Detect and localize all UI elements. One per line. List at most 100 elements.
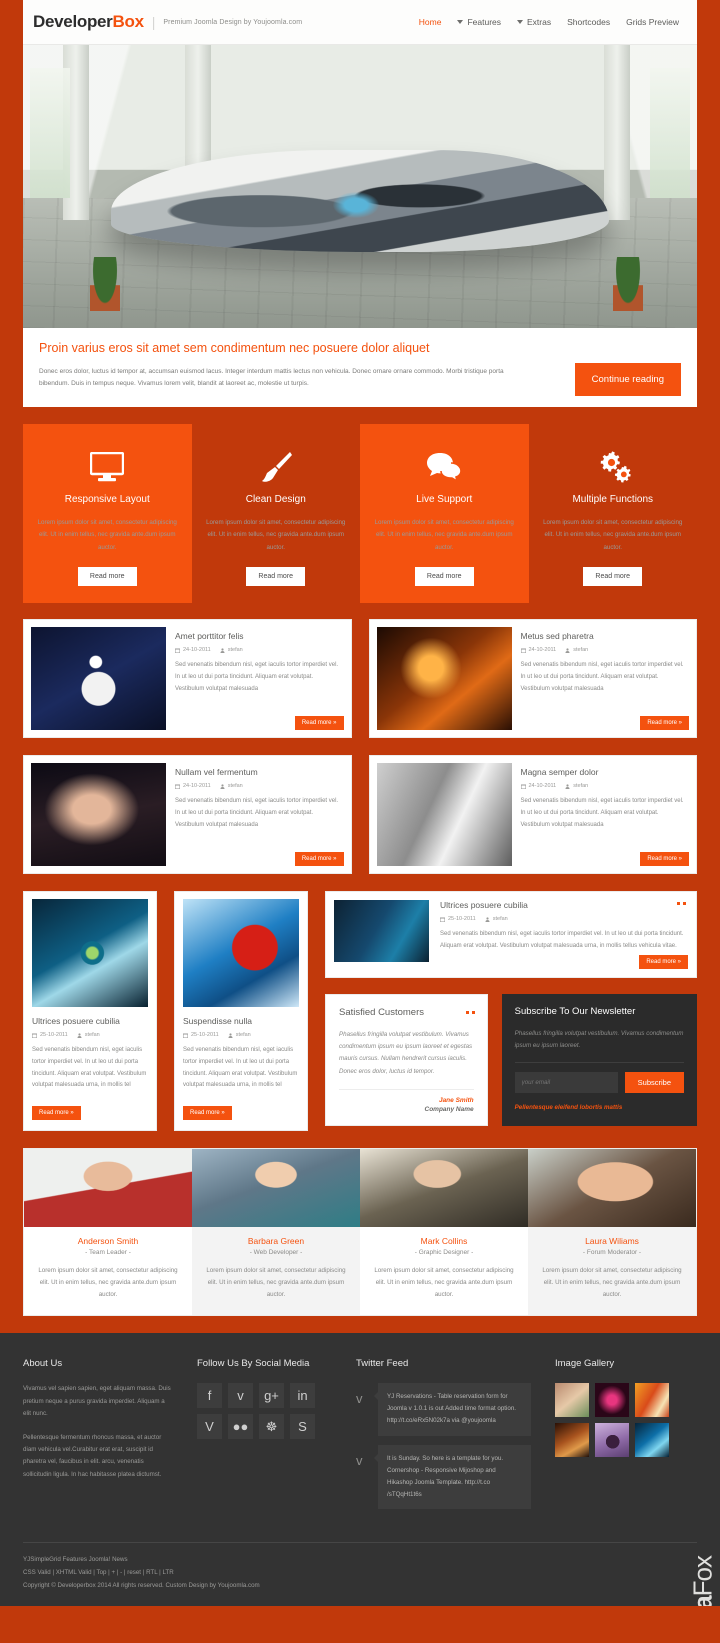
feature-readmore-button[interactable]: Read more	[583, 567, 643, 587]
blog-date: 24-10-2011	[175, 647, 211, 653]
gallery-thumb-5[interactable]	[595, 1423, 629, 1458]
featured-article-title: Ultrices posuere cubilia	[440, 900, 528, 911]
calendar-icon	[175, 784, 180, 789]
nav-item-shortcodes[interactable]: Shortcodes	[567, 17, 610, 27]
portfolio-readmore-button[interactable]: Read more »	[183, 1106, 232, 1120]
site-header: DeveloperBox | Premium Joomla Design by …	[23, 0, 697, 45]
gallery-thumb-4[interactable]	[555, 1423, 589, 1458]
footer-about-p1: Vivamus vel sapien sapien, eget aliquam …	[23, 1385, 171, 1418]
site-tagline: Premium Joomla Design by Youjoomla.com	[163, 18, 303, 26]
footer-links-line-2[interactable]: CSS Valid | XHTML Valid | Top | + | - | …	[23, 1566, 697, 1579]
flickr-icon[interactable]: ●●	[228, 1414, 253, 1440]
calendar-icon	[520, 648, 526, 653]
monitor-icon	[90, 452, 125, 482]
portfolio-title: Suspendisse nulla	[183, 1016, 252, 1027]
blog-post-meta: 24-10-2011 stefan	[175, 647, 344, 653]
nav-item-label: Extras	[527, 17, 552, 27]
testimonial-slider-dots[interactable]	[465, 1010, 475, 1014]
nav-item-extras[interactable]: Extras	[517, 17, 551, 27]
nav-item-features[interactable]: Features	[457, 17, 501, 27]
tweet-text[interactable]: It is Sunday. So here is a template for …	[374, 1444, 531, 1509]
blog-author: stefan	[220, 783, 243, 789]
gallery-thumb-1[interactable]	[555, 1383, 589, 1418]
portfolio-author: stefan	[77, 1032, 100, 1038]
twitter-icon[interactable]: ᴠ	[228, 1383, 253, 1409]
gallery-thumb-6[interactable]	[635, 1423, 669, 1458]
film-thumb	[334, 900, 429, 963]
feature-card-3: Multiple Functions Lorem ipsum dolor sit…	[528, 424, 697, 604]
feature-title: Clean Design	[245, 494, 306, 506]
blog-post-text: Sed venenatis bibendum nisl, eget iaculi…	[520, 798, 684, 828]
newsletter-card: Subscribe To Our Newsletter Phasellus fr…	[501, 993, 697, 1127]
blog-card[interactable]: Nullam vel fermentum 24-10-2011 stefan S…	[23, 755, 352, 875]
blog-author: stefan	[565, 647, 588, 653]
portfolio-card[interactable]: Suspendisse nulla 25-10-2011 stefan Sed …	[174, 891, 308, 1131]
dribbble-icon[interactable]: ☸	[259, 1414, 284, 1440]
slider-dots[interactable]	[677, 902, 686, 906]
feature-card-2: Live Support Lorem ipsum dolor sit amet,…	[360, 424, 529, 604]
portfolio-meta: 25-10-2011 stefan	[32, 1032, 148, 1038]
team-member-name[interactable]: Anderson Smith	[24, 1236, 192, 1246]
footer-columns: About Us Vivamus vel sapien sapien, eget…	[23, 1358, 697, 1518]
portfolio-readmore-button[interactable]: Read more »	[32, 1106, 81, 1120]
main-navigation: Home Features Extras Shortcodes Grids Pr…	[419, 17, 685, 27]
testimonial-author: Jane Smith	[438, 1097, 474, 1105]
tweet-text[interactable]: YJ Reservations - Table reservation form…	[374, 1383, 531, 1436]
portfolio-cards: Ultrices posuere cubilia 25-10-2011 stef…	[23, 891, 308, 1131]
featured-readmore-button[interactable]: Read more »	[639, 954, 688, 969]
blog-post-title: Nullam vel fermentum	[175, 767, 258, 778]
gallery-thumb-2[interactable]	[595, 1383, 629, 1418]
team-member-name[interactable]: Laura Wiliams	[528, 1236, 696, 1246]
blog-readmore-button[interactable]: Read more »	[294, 852, 344, 867]
brush-icon	[205, 444, 348, 490]
nav-item-home[interactable]: Home	[419, 17, 442, 27]
team-member-name[interactable]: Barbara Green	[192, 1236, 360, 1246]
blog-post-title: Magna semper dolor	[520, 767, 599, 778]
feature-readmore-button[interactable]: Read more	[414, 567, 474, 587]
calendar-icon	[440, 917, 445, 922]
portfolio-card[interactable]: Ultrices posuere cubilia 25-10-2011 stef…	[23, 891, 157, 1131]
hero-column-right	[603, 45, 630, 221]
subscribe-button[interactable]: Subscribe	[624, 1072, 684, 1094]
footer-gallery-column: Image Gallery	[555, 1358, 697, 1518]
blog-card[interactable]: Amet porttitor felis 24-10-2011 stefan S…	[23, 619, 352, 739]
right-column: Ultrices posuere cubilia 25-10-2011 stef…	[325, 891, 697, 1127]
feature-readmore-button[interactable]: Read more	[77, 567, 137, 587]
linkedin-icon[interactable]: in	[290, 1383, 315, 1409]
feature-text: Lorem ipsum dolor sit amet, consectetur …	[37, 519, 177, 551]
user-icon	[77, 1033, 82, 1038]
nav-item-grids-preview[interactable]: Grids Preview	[626, 17, 679, 27]
team-member-role: - Web Developer -	[249, 1249, 303, 1256]
blog-card[interactable]: Metus sed pharetra 24-10-2011 stefan Sed…	[368, 619, 697, 739]
team-member-role: - Forum Moderator -	[582, 1249, 642, 1256]
blog-readmore-button[interactable]: Read more »	[640, 716, 689, 731]
calendar-icon	[183, 1033, 188, 1038]
feature-readmore-button[interactable]: Read more	[246, 567, 306, 587]
skype-icon[interactable]: S	[290, 1414, 315, 1440]
testimonial-company: Company Name	[424, 1106, 474, 1114]
gallery-thumb-3[interactable]	[635, 1383, 669, 1418]
footer-twitter-heading: Twitter Feed	[356, 1358, 409, 1370]
facebook-icon[interactable]: f	[197, 1383, 222, 1409]
vimeo-icon[interactable]: V	[197, 1414, 222, 1440]
blog-card[interactable]: Magna semper dolor 24-10-2011 stefan Sed…	[368, 755, 697, 875]
newsletter-email-input[interactable]	[514, 1072, 618, 1094]
woman-smile-photo	[528, 1149, 696, 1227]
team-member-role: - Graphic Designer -	[414, 1249, 474, 1256]
footer-links-line-1[interactable]: YJSimpleGrid Features Joomla! News	[23, 1553, 697, 1566]
blog-author: stefan	[565, 783, 588, 789]
footer-gallery-heading: Image Gallery	[555, 1358, 615, 1370]
continue-reading-button[interactable]: Continue reading	[574, 363, 681, 396]
googleplus-icon[interactable]: g+	[259, 1383, 284, 1409]
portfolio-title: Ultrices posuere cubilia	[32, 1016, 120, 1027]
blog-readmore-button[interactable]: Read more »	[294, 716, 344, 731]
think-thumb	[183, 899, 299, 1008]
calendar-icon-wrap: 25-10-2011	[440, 916, 476, 922]
newsletter-form: Subscribe	[514, 1072, 684, 1094]
logo-main-text: Developer	[33, 12, 113, 31]
team-member-text: Lorem ipsum dolor sit amet, consectetur …	[206, 1267, 346, 1299]
team-member-name[interactable]: Mark Collins	[360, 1236, 528, 1246]
blog-readmore-button[interactable]: Read more »	[640, 852, 689, 867]
site-logo[interactable]: DeveloperBox	[33, 12, 144, 32]
featured-article-card[interactable]: Ultrices posuere cubilia 25-10-2011 stef…	[325, 891, 697, 978]
